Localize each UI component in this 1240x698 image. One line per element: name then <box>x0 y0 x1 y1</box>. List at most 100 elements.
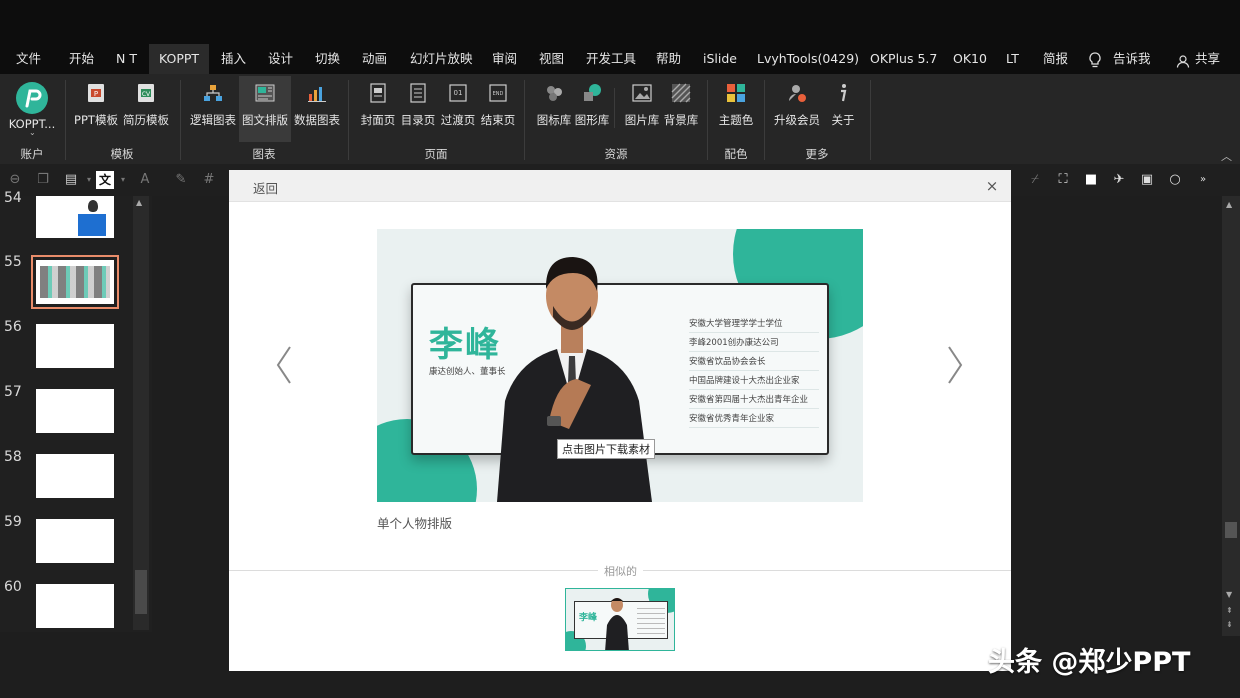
menu-home[interactable]: 开始 <box>69 44 94 74</box>
slide-thumbnail-55[interactable] <box>31 255 119 309</box>
picture-icon[interactable]: ▣ <box>1138 171 1156 189</box>
slide-number: 56 <box>4 319 22 335</box>
background-library-icon <box>670 82 692 104</box>
template-preview-image[interactable]: 李峰 康达创始人、董事长 安徽大学管理学学士学位 李峰2001创办康达公司 安徽… <box>377 229 863 502</box>
menu-brief[interactable]: 简报 <box>1043 44 1068 74</box>
thumbnail-scrollbar[interactable]: ▲ <box>133 196 149 630</box>
close-icon[interactable]: × <box>983 177 1001 195</box>
menu-design[interactable]: 设计 <box>268 44 293 74</box>
brush-icon[interactable]: ⌿ <box>1026 171 1044 189</box>
menu-lt[interactable]: LT <box>1006 44 1019 74</box>
logic-chart-button[interactable]: 逻辑图表 <box>187 80 239 140</box>
font-color-icon[interactable]: A <box>136 171 154 189</box>
upgrade-member-button[interactable]: 升级会员 <box>771 80 823 140</box>
menu-okplus[interactable]: OKPlus 5.7 <box>870 44 937 74</box>
menu-transitions[interactable]: 切换 <box>315 44 340 74</box>
shape-library-button[interactable]: 图形库 <box>566 80 618 140</box>
lightbulb-icon[interactable] <box>1088 52 1102 68</box>
slide-thumbnail-57[interactable] <box>36 389 114 433</box>
svg-text:CV: CV <box>142 91 151 98</box>
menu-view[interactable]: 视图 <box>539 44 564 74</box>
scroll-down-icon[interactable]: ▼ <box>1226 590 1232 599</box>
pen-icon[interactable]: ✎ <box>172 171 190 189</box>
resume-template-button[interactable]: CV 简历模板 <box>120 80 172 140</box>
koppt-dropdown-icon[interactable]: ⌄ <box>29 128 36 137</box>
slide-thumbnail-59[interactable] <box>36 519 114 563</box>
collapse-ribbon-icon[interactable]: ︿ <box>1221 148 1232 164</box>
menu-animations[interactable]: 动画 <box>362 44 387 74</box>
circle-icon[interactable]: ○ <box>1166 171 1184 189</box>
menu-islide[interactable]: iSlide <box>703 44 737 74</box>
menu-nt[interactable]: N T <box>116 44 137 74</box>
scrollbar-thumb[interactable] <box>1225 522 1237 538</box>
slide-number: 60 <box>4 579 22 595</box>
menu-koppt[interactable]: KOPPT <box>149 44 210 74</box>
back-button[interactable]: 返回 <box>253 178 278 197</box>
previous-arrow-icon[interactable] <box>274 345 294 385</box>
crop-icon[interactable]: ⛶ <box>1054 171 1072 189</box>
copy-icon[interactable]: ❐ <box>34 171 52 189</box>
thumb-bio-lines <box>637 608 665 634</box>
more-icon[interactable]: » <box>1194 171 1212 189</box>
slide-thumbnail-60[interactable] <box>36 584 114 628</box>
next-arrow-icon[interactable] <box>945 345 965 385</box>
scrollbar-thumb[interactable] <box>135 570 147 614</box>
thumb-person <box>604 595 630 650</box>
background-library-button[interactable]: 背景库 <box>655 80 707 140</box>
shape-library-icon <box>581 82 603 104</box>
about-button[interactable]: 关于 <box>817 80 869 140</box>
businessman-photo <box>487 251 657 502</box>
menu-review[interactable]: 审阅 <box>492 44 517 74</box>
menu-bar: 文件 开始 N T KOPPT 插入 设计 切换 动画 幻灯片放映 审阅 视图 … <box>0 44 1240 74</box>
menu-developer[interactable]: 开发工具 <box>586 44 636 74</box>
prev-slide-icon[interactable]: ⇞ <box>1226 606 1233 615</box>
rectangle-icon[interactable]: ■ <box>1082 171 1100 189</box>
lock-icon[interactable]: ⊖ <box>6 171 24 189</box>
ribbon-separator <box>870 80 871 160</box>
bird-icon[interactable]: ✈ <box>1110 171 1128 189</box>
editor-scrollbar[interactable]: ▲ ▼ ⇞ ⇟ <box>1222 196 1240 636</box>
slide-number: 59 <box>4 514 22 530</box>
menu-ok10[interactable]: OK10 <box>953 44 987 74</box>
thumb-name: 李峰 <box>579 613 598 623</box>
next-slide-icon[interactable]: ⇟ <box>1226 620 1233 629</box>
menu-slideshow[interactable]: 幻灯片放映 <box>410 44 473 74</box>
bio-line: 中国品牌建设十大杰出企业家 <box>689 374 819 390</box>
slide-thumbnail-54[interactable] <box>36 196 114 238</box>
menu-insert[interactable]: 插入 <box>221 44 246 74</box>
ppt-template-icon: P <box>85 82 107 104</box>
group-chart: 图表 <box>252 147 276 161</box>
text-box-icon[interactable]: ▤ <box>62 171 80 189</box>
scroll-up-icon[interactable]: ▲ <box>1226 200 1232 209</box>
about-label: 关于 <box>831 113 855 127</box>
dialog-header: 返回 × <box>229 170 1011 202</box>
ppt-template-button[interactable]: P PPT模板 <box>70 80 122 140</box>
data-chart-button[interactable]: 数据图表 <box>291 80 343 140</box>
slide-thumbnail-58[interactable] <box>36 454 114 498</box>
cover-page-icon <box>367 82 389 104</box>
menu-share[interactable]: 共享 <box>1195 44 1220 74</box>
org-chart-icon <box>202 82 224 104</box>
text-image-layout-button[interactable]: 图文排版 <box>239 76 291 142</box>
user-icon[interactable] <box>1176 53 1190 68</box>
resume-template-icon: CV <box>135 82 157 104</box>
slide-thumbnail-56[interactable] <box>36 324 114 368</box>
theme-color-label: 主题色 <box>718 113 754 127</box>
menu-tell-me[interactable]: 告诉我 <box>1113 44 1151 74</box>
theme-color-icon <box>725 82 747 104</box>
chevron-down-icon[interactable]: ▾ <box>114 171 132 189</box>
svg-text:01: 01 <box>454 89 463 97</box>
text-format-icon[interactable]: 文 <box>96 171 114 189</box>
download-tooltip[interactable]: 点击图片下载素材 <box>557 439 655 459</box>
similar-template-thumbnail[interactable]: 李峰 <box>565 588 675 651</box>
end-page-button[interactable]: END 结束页 <box>472 80 524 140</box>
menu-help[interactable]: 帮助 <box>656 44 681 74</box>
scroll-up-icon[interactable]: ▲ <box>136 198 142 207</box>
info-icon <box>832 82 854 104</box>
theme-color-button[interactable]: 主题色 <box>710 80 762 140</box>
group-more: 更多 <box>805 147 829 161</box>
hash-icon[interactable]: # <box>200 171 218 189</box>
menu-file[interactable]: 文件 <box>16 44 41 74</box>
end-page-icon: END <box>487 82 509 104</box>
menu-lvyhtools[interactable]: LvyhTools(0429) <box>757 44 859 74</box>
